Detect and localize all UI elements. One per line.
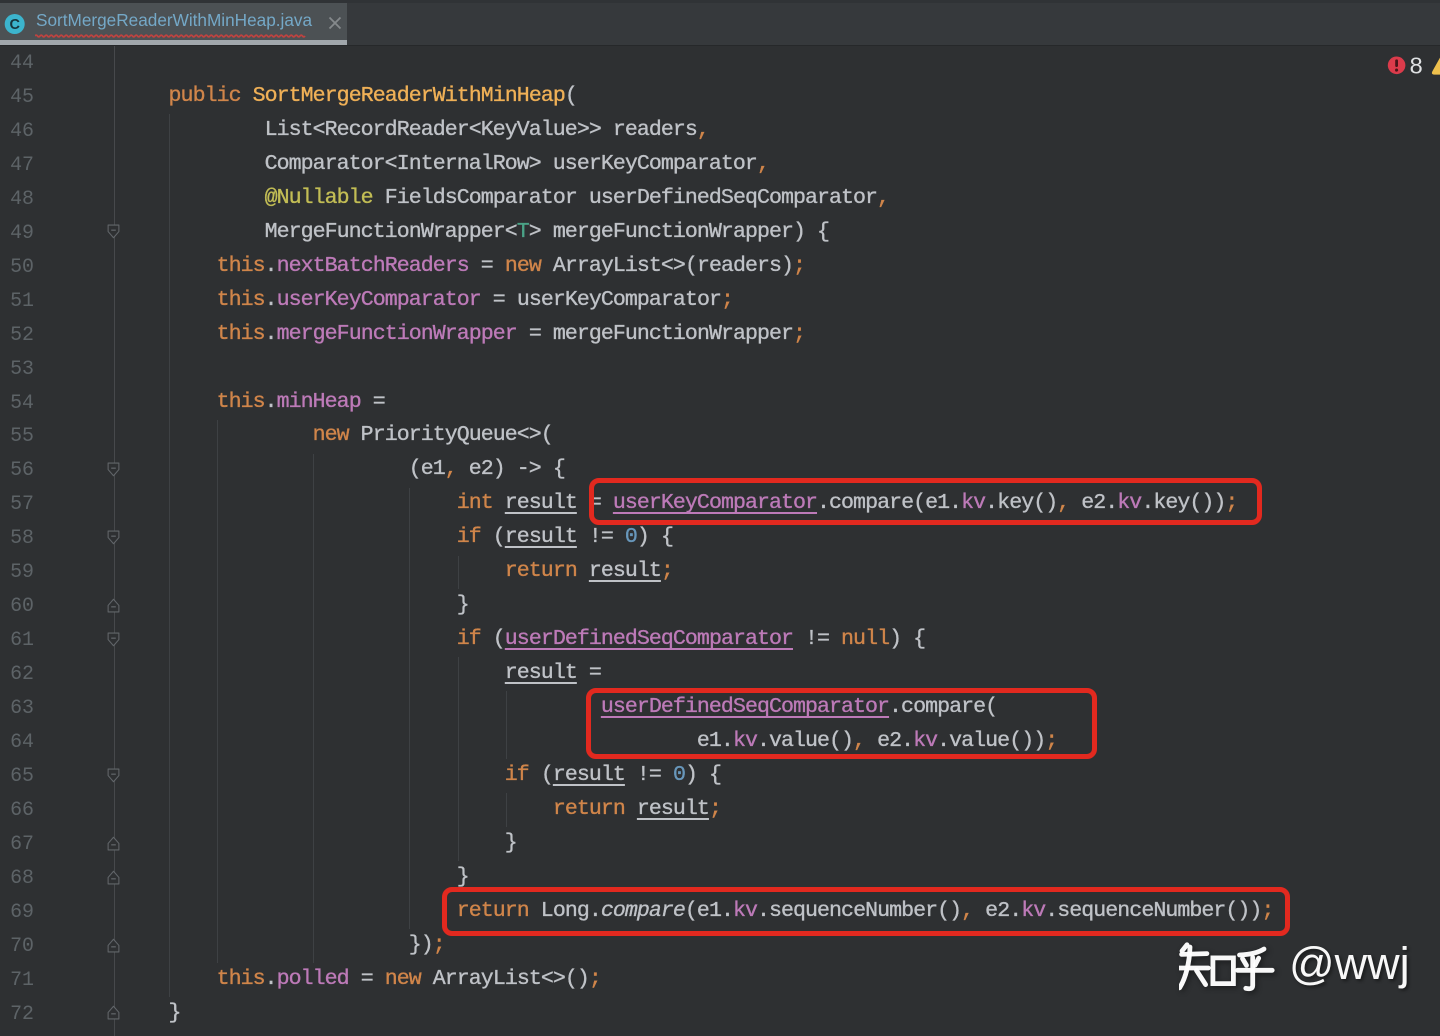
svg-text:8: 8	[1410, 52, 1423, 78]
svg-text:C: C	[9, 17, 20, 33]
